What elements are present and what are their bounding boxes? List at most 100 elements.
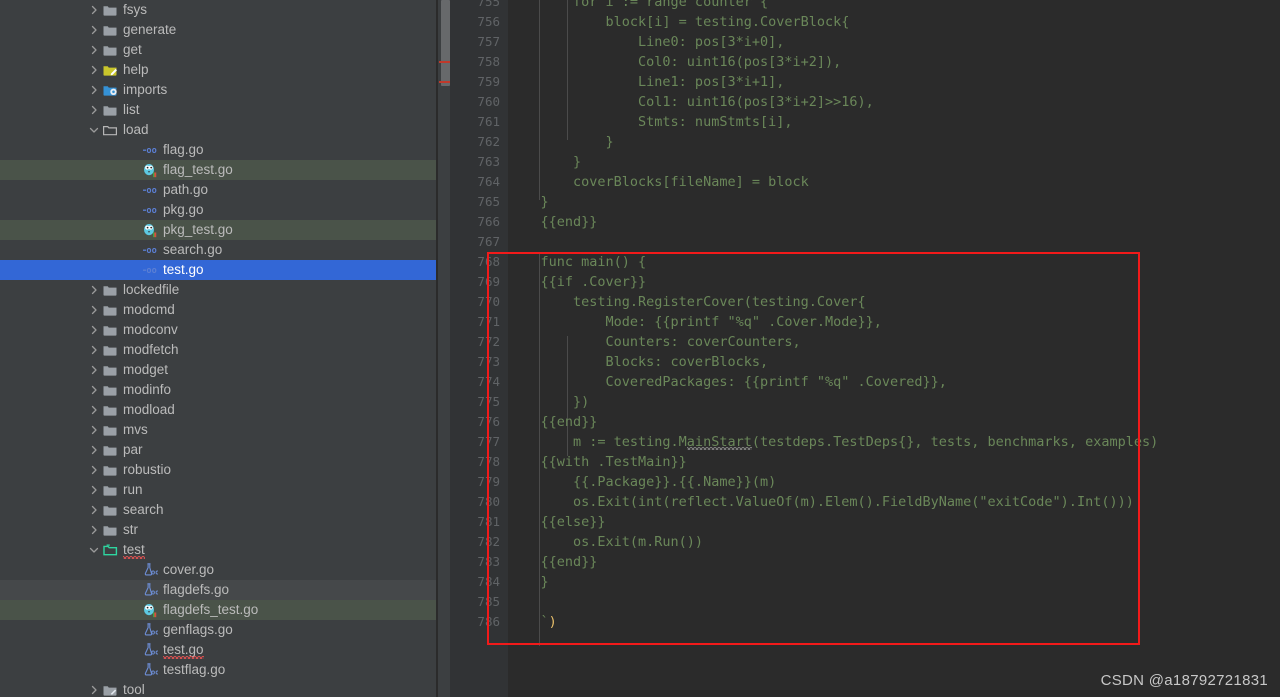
chevron-right-icon[interactable] (88, 304, 100, 316)
chevron-down-icon[interactable] (88, 124, 100, 136)
tree-folder-row[interactable]: test (0, 540, 436, 560)
code-line[interactable]: m := testing.MainStart(testdeps.TestDeps… (508, 432, 1158, 452)
code-line[interactable]: Line1: pos[3*i+1], (508, 72, 784, 92)
chevron-right-icon[interactable] (88, 464, 100, 476)
chevron-down-icon[interactable] (88, 544, 100, 556)
code-line-text: {{else}} (508, 514, 606, 530)
tree-folder-row[interactable]: modfetch (0, 340, 436, 360)
tree-file-row[interactable]: flagdefs_test.go (0, 600, 436, 620)
chevron-right-icon[interactable] (88, 404, 100, 416)
line-number: 775 (477, 394, 500, 409)
tree-folder-row[interactable]: load (0, 120, 436, 140)
tree-folder-row[interactable]: search (0, 500, 436, 520)
code-line[interactable]: {{end}} (508, 412, 598, 432)
code-line-text: {{end}} (508, 414, 598, 430)
code-line[interactable]: Mode: {{printf "%q" .Cover.Mode}}, (508, 312, 882, 332)
code-line[interactable]: {{end}} (508, 552, 598, 572)
chevron-right-icon[interactable] (88, 364, 100, 376)
tree-folder-row[interactable]: generate (0, 20, 436, 40)
svg-text:oo: oo (151, 648, 158, 656)
chevron-right-icon[interactable] (88, 24, 100, 36)
code-line[interactable]: Col1: uint16(pos[3*i+2]>>16), (508, 92, 874, 112)
tree-file-row[interactable]: flag_test.go (0, 160, 436, 180)
tree-folder-row[interactable]: str (0, 520, 436, 540)
code-content[interactable]: for i := range counter { block[i] = test… (508, 0, 1280, 697)
code-line[interactable]: Line0: pos[3*i+0], (508, 32, 784, 52)
code-line[interactable]: os.Exit(int(reflect.ValueOf(m).Elem().Fi… (508, 492, 1134, 512)
code-line[interactable]: Stmts: numStmts[i], (508, 112, 792, 132)
tree-file-row[interactable]: oo flagdefs.go (0, 580, 436, 600)
code-line[interactable]: } (508, 192, 549, 212)
tree-file-row[interactable]: oo genflags.go (0, 620, 436, 640)
code-line[interactable]: {{with .TestMain}} (508, 452, 687, 472)
tree-file-row[interactable]: oo pkg.go (0, 200, 436, 220)
code-line[interactable]: func main() { (508, 252, 647, 272)
tree-folder-row[interactable]: help (0, 60, 436, 80)
code-line[interactable]: block[i] = testing.CoverBlock{ (508, 12, 850, 32)
chevron-right-icon[interactable] (88, 64, 100, 76)
chevron-right-icon[interactable] (88, 4, 100, 16)
tree-folder-row[interactable]: par (0, 440, 436, 460)
code-editor[interactable]: 755 756 757 758 759 760 761 762 763 764 765 766 767 7… (436, 0, 1280, 697)
tree-folder-row[interactable]: tool (0, 680, 436, 697)
chevron-right-icon[interactable] (88, 444, 100, 456)
chevron-right-icon[interactable] (88, 524, 100, 536)
tree-folder-row[interactable]: get (0, 40, 436, 60)
chevron-right-icon[interactable] (88, 324, 100, 336)
folder-icon (102, 302, 118, 318)
code-line[interactable]: {{end}} (508, 212, 598, 232)
tree-folder-row[interactable]: modconv (0, 320, 436, 340)
tree-folder-row[interactable]: fsys (0, 0, 436, 20)
tree-file-row[interactable]: oo path.go (0, 180, 436, 200)
code-line[interactable]: `) (508, 612, 557, 632)
editor-scrollbar-track[interactable] (438, 0, 452, 697)
chevron-right-icon[interactable] (88, 384, 100, 396)
code-line[interactable]: Col0: uint16(pos[3*i+2]), (508, 52, 841, 72)
chevron-right-icon[interactable] (88, 344, 100, 356)
code-line[interactable]: testing.RegisterCover(testing.Cover{ (508, 292, 866, 312)
folder-icon (102, 102, 118, 118)
tree-file-row[interactable]: oo flag.go (0, 140, 436, 160)
project-tree-sidebar[interactable]: fsys generate get help imports list load oo flag… (0, 0, 436, 697)
code-line[interactable]: {{if .Cover}} (508, 272, 647, 292)
tree-file-row[interactable]: oo cover.go (0, 560, 436, 580)
chevron-right-icon[interactable] (88, 84, 100, 96)
code-line[interactable]: } (508, 152, 581, 172)
tree-folder-row[interactable]: modinfo (0, 380, 436, 400)
chevron-right-icon[interactable] (88, 484, 100, 496)
tree-folder-row[interactable]: modload (0, 400, 436, 420)
tree-folder-row[interactable]: imports (0, 80, 436, 100)
tree-folder-row[interactable]: run (0, 480, 436, 500)
code-line[interactable]: os.Exit(m.Run()) (508, 532, 703, 552)
tree-item-label: path.go (163, 182, 209, 197)
tree-folder-row[interactable]: modcmd (0, 300, 436, 320)
code-line[interactable]: Counters: coverCounters, (508, 332, 801, 352)
code-line[interactable]: for i := range counter { (508, 0, 768, 12)
code-line[interactable]: } (508, 572, 549, 592)
tree-folder-row[interactable]: modget (0, 360, 436, 380)
chevron-right-icon[interactable] (88, 424, 100, 436)
chevron-right-icon[interactable] (88, 684, 100, 696)
tree-file-row[interactable]: pkg_test.go (0, 220, 436, 240)
chevron-right-icon[interactable] (88, 284, 100, 296)
tree-file-row[interactable]: oo testflag.go (0, 660, 436, 680)
tree-item-label: par (123, 442, 143, 457)
code-line[interactable]: } (508, 132, 614, 152)
code-line[interactable]: CoveredPackages: {{printf "%q" .Covered}… (508, 372, 947, 392)
tree-folder-row[interactable]: robustio (0, 460, 436, 480)
code-line[interactable]: }) (508, 392, 589, 412)
code-line[interactable]: Blocks: coverBlocks, (508, 352, 769, 372)
chevron-right-icon[interactable] (88, 44, 100, 56)
tree-file-row[interactable]: oo test.go (0, 260, 436, 280)
editor-scrollbar-thumb[interactable] (441, 0, 450, 86)
tree-folder-row[interactable]: mvs (0, 420, 436, 440)
tree-folder-row[interactable]: list (0, 100, 436, 120)
chevron-right-icon[interactable] (88, 104, 100, 116)
tree-file-row[interactable]: oo search.go (0, 240, 436, 260)
code-line[interactable]: {{else}} (508, 512, 606, 532)
code-line[interactable]: coverBlocks[fileName] = block (508, 172, 809, 192)
chevron-right-icon[interactable] (88, 504, 100, 516)
tree-folder-row[interactable]: lockedfile (0, 280, 436, 300)
code-line[interactable]: {{.Package}}.{{.Name}}(m) (508, 472, 776, 492)
tree-file-row[interactable]: oo test.go (0, 640, 436, 660)
